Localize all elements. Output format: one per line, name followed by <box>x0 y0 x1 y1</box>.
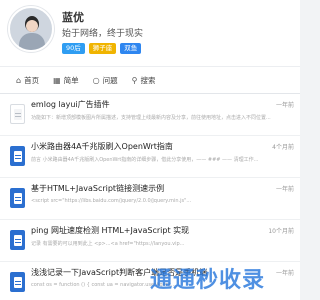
article-thumbnail[interactable] <box>10 188 25 208</box>
list-item[interactable]: 基于HTML+JavaScript链接测速示例 一年前 <script src=… <box>0 178 300 220</box>
article-title[interactable]: 基于HTML+JavaScript链接测速示例 <box>31 183 261 194</box>
list-item[interactable]: 小米路由器4A千兆版刷入OpenWrt指南 4个月前 前言 小米路由器4A千兆版… <box>0 136 300 178</box>
nav-simple[interactable]: ▦ 简单 <box>53 75 79 86</box>
article-date: 一年前 <box>275 270 294 277</box>
article-thumbnail[interactable] <box>10 104 25 124</box>
article-title[interactable]: ping 网址速度检测 HTML+JavaScript 实现 <box>31 225 261 236</box>
nav-home-label: 首页 <box>24 75 40 85</box>
badge-age: 90后 <box>62 43 85 54</box>
grid-icon: ▦ <box>53 75 61 85</box>
list-item[interactable]: emlog layui广告插件 一年前 功能如下：新增顶部模板图片所属描述，支持… <box>0 94 300 136</box>
nav-search-label: 搜索 <box>140 75 156 85</box>
article-excerpt: 前言 小米路由器4A千兆版刷入OpenWrt指南的详细步骤，借此分享使用，—— … <box>31 157 259 163</box>
profile-card: 蓝优 始于网络，终于现实 90后 狮子座 双鱼 <box>0 0 300 66</box>
watermark-text: 通通秒收录 <box>150 268 266 293</box>
nav-simple-label: 简单 <box>63 75 79 85</box>
nav-search[interactable]: ⚲ 搜索 <box>132 75 156 86</box>
nav-questions[interactable]: ○ 问题 <box>93 75 118 86</box>
article-date: 4个月前 <box>272 144 294 151</box>
badge-zodiac: 狮子座 <box>88 43 117 54</box>
article-excerpt: 记录 有需要的可以用到此上 <p>...<a href="https://lan… <box>31 241 185 247</box>
article-thumbnail[interactable] <box>10 146 25 166</box>
profile-badges: 90后 狮子座 双鱼 <box>62 43 142 54</box>
main-nav: ⌂ 首页 ▦ 简单 ○ 问题 ⚲ 搜索 <box>0 66 300 94</box>
article-title[interactable]: 小米路由器4A千兆版刷入OpenWrt指南 <box>31 141 261 152</box>
article-excerpt: 功能如下：新增顶部模板图片所属描述，支持管理上线最新内容及分享，前往使用地址，点… <box>31 115 271 121</box>
quote-icon: ○ <box>92 75 100 85</box>
article-title[interactable]: emlog layui广告插件 <box>31 99 261 110</box>
article-thumbnail[interactable] <box>10 272 25 292</box>
article-date: 一年前 <box>275 102 294 109</box>
home-icon: ⌂ <box>16 75 22 85</box>
article-thumbnail[interactable] <box>10 230 25 250</box>
avatar[interactable] <box>8 6 54 52</box>
article-date: 10个月前 <box>268 228 294 235</box>
nav-home[interactable]: ⌂ 首页 <box>16 75 39 86</box>
profile-name: 蓝优 <box>62 11 84 24</box>
search-icon: ⚲ <box>131 75 138 85</box>
badge-sign: 双鱼 <box>120 43 142 54</box>
nav-questions-label: 问题 <box>102 75 118 85</box>
article-date: 一年前 <box>275 186 294 193</box>
list-item[interactable]: ping 网址速度检测 HTML+JavaScript 实现 10个月前 记录 … <box>0 220 300 262</box>
profile-motto: 始于网络，终于现实 <box>62 29 144 39</box>
article-excerpt: <script src="https://libs.baidu.com/jque… <box>31 198 192 204</box>
